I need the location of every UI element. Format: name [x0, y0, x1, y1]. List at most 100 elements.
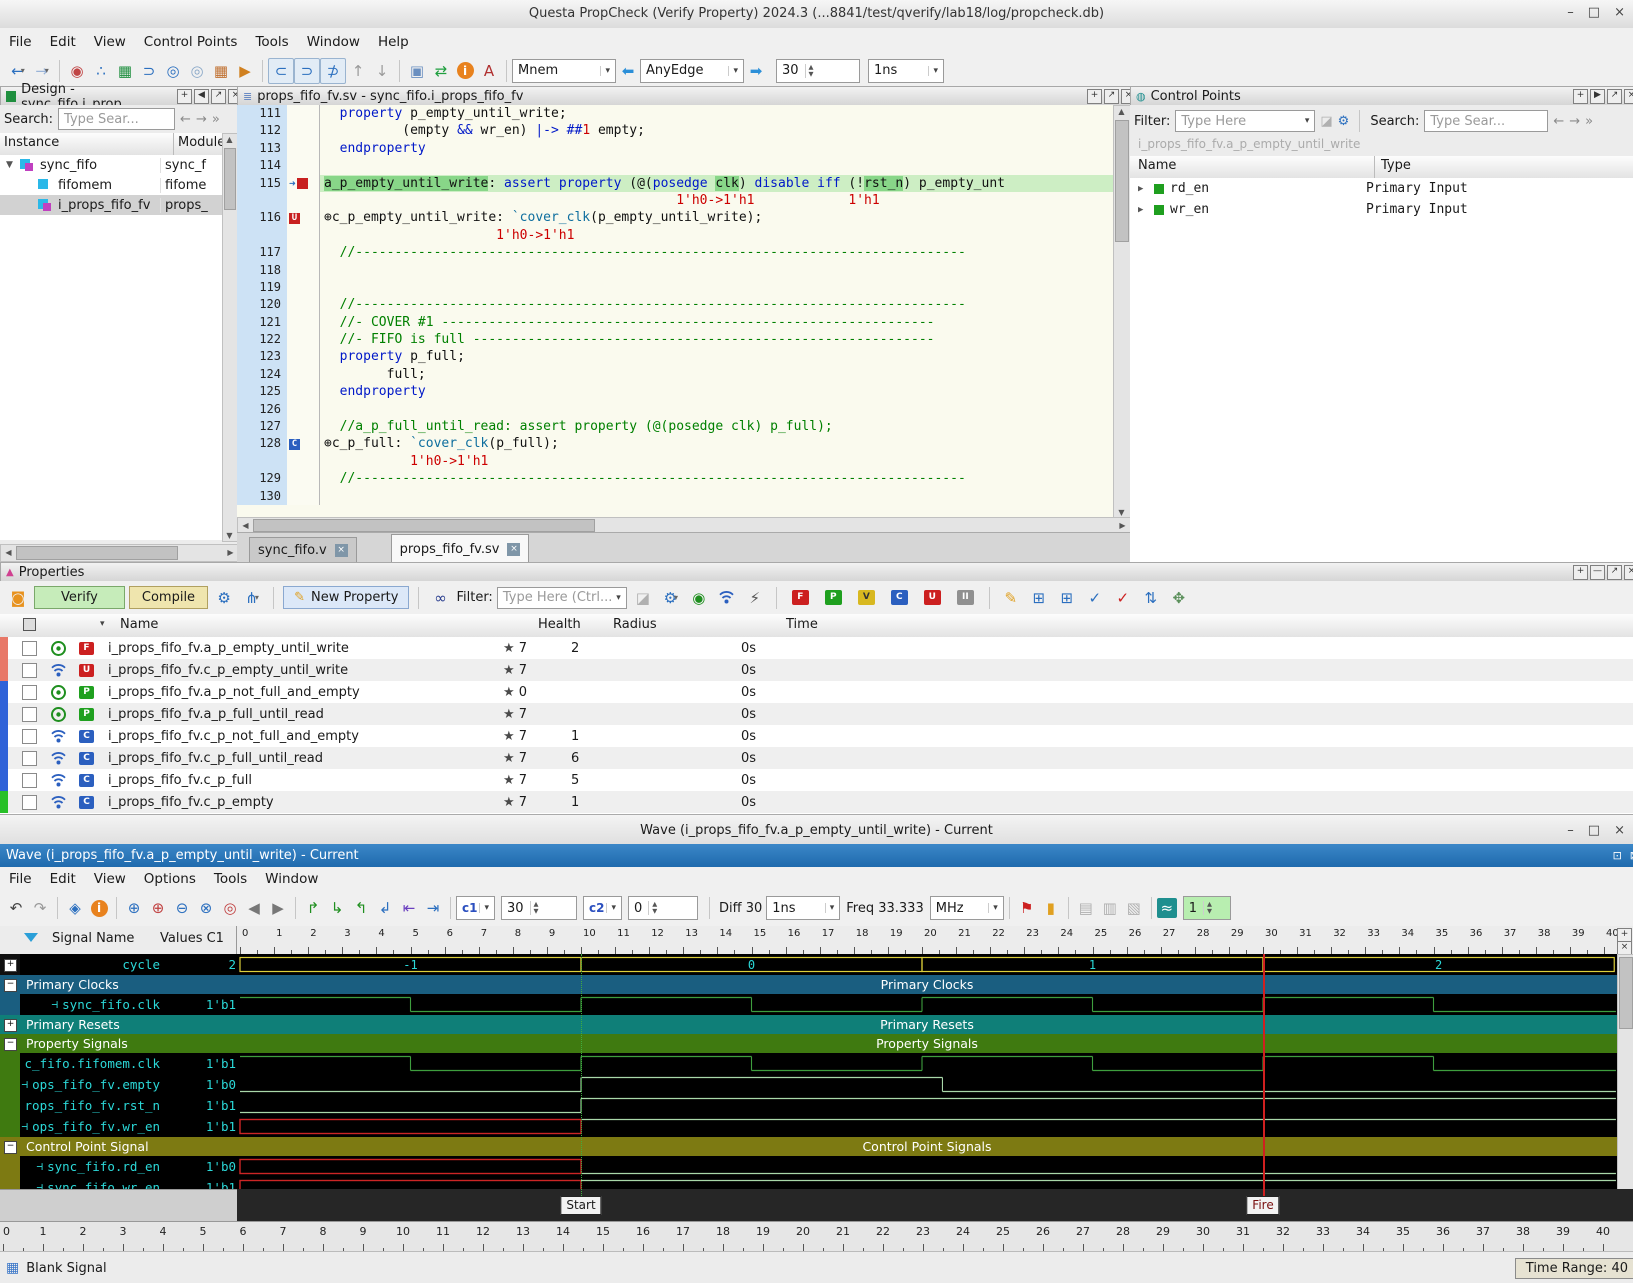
- inconclusive-badge[interactable]: II: [957, 590, 974, 605]
- editor-btn-0[interactable]: +: [1087, 89, 1102, 104]
- arrow-up-icon[interactable]: ↑: [346, 59, 370, 83]
- gate-left-icon[interactable]: ⊂: [268, 58, 294, 84]
- remove-icon[interactable]: ▧: [1122, 896, 1146, 920]
- code-annotation-line[interactable]: 1'h0->1'h1: [237, 453, 1113, 470]
- palette-icon[interactable]: ◈: [63, 896, 87, 920]
- code-line-130[interactable]: 130: [237, 488, 1113, 505]
- code-annotation-line[interactable]: 1'h0->1'h1: [237, 227, 1113, 244]
- fire-marker-label[interactable]: Fire: [1246, 1196, 1279, 1215]
- close-icon[interactable]: ×: [1614, 5, 1625, 20]
- menu-tools[interactable]: Tools: [246, 34, 297, 50]
- time-unit-select[interactable]: 1ns▾: [868, 59, 944, 83]
- edge-fall-next-icon[interactable]: ↳: [325, 896, 349, 920]
- start-marker-label[interactable]: Start: [560, 1196, 601, 1215]
- cp-search-prev-icon[interactable]: ←: [1553, 114, 1564, 129]
- compare-icon[interactable]: ⇄: [429, 59, 453, 83]
- design-btn-1[interactable]: ◀: [194, 89, 209, 104]
- uncovered-badge[interactable]: U: [924, 590, 941, 605]
- settings-icon[interactable]: ⚙: [212, 586, 236, 610]
- cp-btn-2[interactable]: ↗: [1607, 89, 1622, 104]
- row-checkbox[interactable]: [22, 663, 37, 678]
- runner-icon[interactable]: ⚡: [743, 586, 767, 610]
- group-icon[interactable]: ▤: [1074, 896, 1098, 920]
- window-controls[interactable]: –□×: [1567, 5, 1625, 20]
- design-row-i_props_fifo_fv[interactable]: i_props_fifo_fvprops_: [0, 195, 237, 215]
- funnel-icon[interactable]: [24, 933, 38, 942]
- gate-right-icon[interactable]: ⊃: [294, 58, 320, 84]
- wave-minimize-icon[interactable]: –: [1567, 823, 1574, 838]
- target-icon[interactable]: ◉: [687, 586, 711, 610]
- menu-help[interactable]: Help: [369, 34, 418, 50]
- step-back-icon[interactable]: ⬅: [616, 59, 640, 83]
- tab-props_fifo_fv.sv[interactable]: props_fifo_fv.sv×: [391, 534, 530, 563]
- edge-rise-any-icon[interactable]: ↰: [349, 896, 373, 920]
- mnem-select[interactable]: Mnem▾: [512, 59, 616, 83]
- edge-fall-any-icon[interactable]: ↲: [373, 896, 397, 920]
- new-property-button[interactable]: ✎New Property: [283, 586, 409, 609]
- wave-menu-options[interactable]: Options: [135, 871, 205, 887]
- bookmark-icon[interactable]: ▮: [1039, 896, 1063, 920]
- chip-icon[interactable]: ▣: [405, 59, 429, 83]
- properties-btn-0[interactable]: +: [1573, 565, 1588, 580]
- hierarchy-icon[interactable]: ∴: [89, 59, 113, 83]
- design-btn-0[interactable]: +: [177, 89, 192, 104]
- code-line-113[interactable]: 113 endproperty: [237, 140, 1113, 157]
- code-line-128[interactable]: 128C⊕c_p_full: `cover_clk(p_full);: [237, 435, 1113, 452]
- cp-col-type[interactable]: Type: [1375, 156, 1417, 178]
- wave-col-signal-name[interactable]: Signal Name: [52, 931, 134, 946]
- menu-edit[interactable]: Edit: [41, 34, 85, 50]
- nav-back-icon[interactable]: ←▾: [6, 59, 30, 83]
- code-line-124[interactable]: 124 full;: [237, 366, 1113, 383]
- design-hscrollbar[interactable]: ◀▶: [0, 544, 239, 562]
- row-checkbox[interactable]: [22, 795, 37, 810]
- wave-menu-file[interactable]: File: [0, 871, 41, 887]
- freq-unit-select[interactable]: MHz▾: [930, 896, 1004, 920]
- step-count-input[interactable]: 30▲▼: [776, 59, 860, 83]
- menu-view[interactable]: View: [85, 34, 135, 50]
- rerun-icon[interactable]: ◉: [65, 59, 89, 83]
- prop-col-name[interactable]: Name: [120, 617, 158, 632]
- code-line-111[interactable]: 111 property p_empty_until_write;: [237, 105, 1113, 122]
- expander-icon[interactable]: −: [4, 1038, 17, 1051]
- fail-badge[interactable]: F: [792, 590, 809, 605]
- edge-next-icon[interactable]: ⇥: [421, 896, 445, 920]
- code-line-129[interactable]: 129 //----------------------------------…: [237, 470, 1113, 487]
- row-checkbox[interactable]: [22, 773, 37, 788]
- redo-icon[interactable]: ↷: [28, 896, 52, 920]
- property-row-6[interactable]: Ci_props_fifo_fv.c_p_full★ 750s: [8, 769, 1633, 791]
- prop-col-health[interactable]: Health: [538, 617, 581, 632]
- sort-caret-icon[interactable]: ▾: [100, 619, 105, 629]
- info-icon[interactable]: i: [453, 59, 477, 83]
- zoom-cursor-icon[interactable]: ⊕: [146, 896, 170, 920]
- code-line-125[interactable]: 125 endproperty: [237, 383, 1113, 400]
- expander-icon[interactable]: −: [4, 1141, 17, 1154]
- zoom-in-icon[interactable]: ⊕: [122, 896, 146, 920]
- property-row-1[interactable]: Ui_props_fifo_fv.c_p_empty_until_write★ …: [8, 659, 1633, 681]
- edge-select[interactable]: AnyEdge▾: [640, 59, 744, 83]
- design-search-input[interactable]: Type Sear...: [58, 108, 175, 130]
- editor-vscrollbar[interactable]: ▲▼: [1113, 105, 1131, 519]
- design-row-fifomem[interactable]: fifomemfifome: [0, 175, 237, 195]
- check-icon[interactable]: ✓: [1083, 586, 1107, 610]
- wave-menu-tools[interactable]: Tools: [205, 871, 256, 887]
- code-line-127[interactable]: 127 //a_p_full_until_read: assert proper…: [237, 418, 1113, 435]
- radar-icon[interactable]: [715, 586, 739, 610]
- expander-icon[interactable]: +: [4, 1019, 17, 1032]
- code-line-116[interactable]: 116U⊕c_p_empty_until_write: `cover_clk(p…: [237, 209, 1113, 226]
- tab-sync_fifo.v[interactable]: sync_fifo.v×: [249, 537, 357, 563]
- wave-close-icon[interactable]: ×: [1614, 823, 1625, 838]
- font-check-icon[interactable]: A: [477, 59, 501, 83]
- cp-search-more-icon[interactable]: »: [1585, 114, 1593, 129]
- export-icon[interactable]: ✥: [1167, 586, 1191, 610]
- cp-search-input[interactable]: Type Sear...: [1424, 110, 1548, 132]
- expander-icon[interactable]: +: [4, 959, 17, 972]
- wave-window-controls[interactable]: –□×: [1567, 823, 1625, 838]
- row-checkbox[interactable]: [22, 729, 37, 744]
- header-checkbox[interactable]: [23, 618, 36, 631]
- cp-row-rd_en[interactable]: ▶rd_enPrimary Input: [1130, 178, 1633, 199]
- tree-icon[interactable]: ⋔▾: [240, 586, 264, 610]
- cp-col-name[interactable]: Name: [1130, 156, 1375, 178]
- cp-eraser-icon[interactable]: ◪: [1320, 114, 1332, 129]
- gate-cut-icon[interactable]: ⊅: [320, 58, 346, 84]
- cover-badge[interactable]: C: [891, 590, 908, 605]
